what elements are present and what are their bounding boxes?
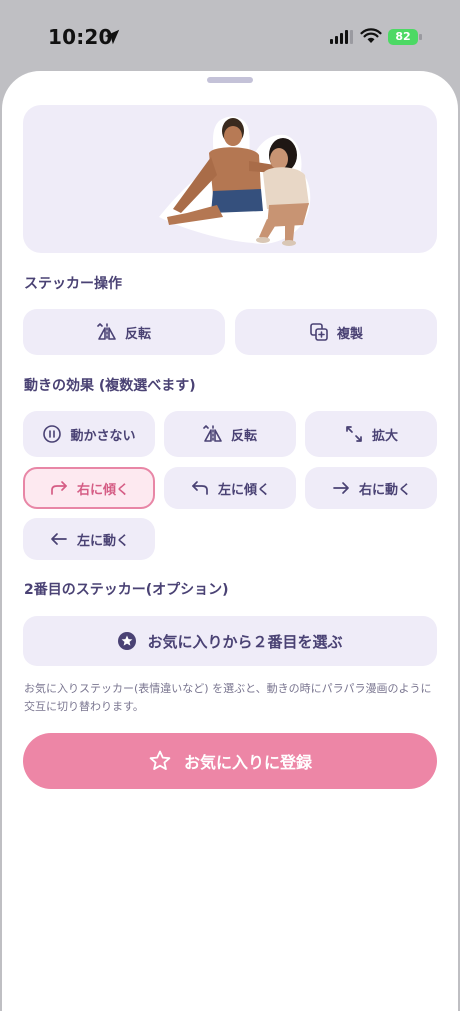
effect-move-right-label: 右に動く <box>358 482 411 498</box>
arrow-left-icon <box>51 533 67 545</box>
effect-tilt-left-button[interactable]: 左に傾く <box>164 467 296 509</box>
effect-tilt-left-label: 左に傾く <box>217 482 270 498</box>
effect-expand-button[interactable]: 拡大 <box>305 411 437 457</box>
choose-second-sticker-button[interactable]: お気に入りから２番目を選ぶ <box>23 616 437 666</box>
choose-second-sticker-label: お気に入りから２番目を選ぶ <box>147 632 343 651</box>
flip-icon <box>97 323 116 341</box>
effect-no-motion-button[interactable]: 動かさない <box>23 411 155 457</box>
duplicate-sticker-button[interactable]: 複製 <box>235 309 437 355</box>
battery-tip <box>419 34 422 40</box>
effect-tilt-right-label: 右に傾く <box>76 482 129 498</box>
star-circle-icon <box>118 632 137 650</box>
cellular-signal-icon <box>330 30 353 44</box>
flip-sticker-button[interactable]: 反転 <box>23 309 225 355</box>
effect-flip-label: 反転 <box>230 428 257 444</box>
add-to-favorites-label: お気に入りに登録 <box>183 753 312 772</box>
sticker-edit-sheet: ステッカー操作 反転 複製 動きの効果 (複数選べます) 動かさない 反転 拡大… <box>2 71 458 1011</box>
add-to-favorites-button[interactable]: お気に入りに登録 <box>23 733 437 789</box>
location-arrow-icon <box>104 29 120 45</box>
effect-flip-button[interactable]: 反転 <box>164 411 296 457</box>
second-sticker-title: 2番目のステッカー(オプション) <box>24 582 229 598</box>
duplicate-sticker-label: 複製 <box>336 326 363 342</box>
effect-no-motion-label: 動かさない <box>70 428 136 444</box>
sticker-image <box>159 116 311 246</box>
flip-sticker-label: 反転 <box>124 326 151 342</box>
second-sticker-note: お気に入りステッカー(表情違いなど) を選ぶと、動きの時にパラパラ漫画のように交… <box>24 682 432 713</box>
expand-icon <box>346 426 362 442</box>
sticker-preview <box>23 105 437 253</box>
effect-move-left-button[interactable]: 左に動く <box>23 518 155 560</box>
effects-title: 動きの効果 (複数選べます) <box>24 378 196 394</box>
sheet-grabber[interactable] <box>207 77 253 83</box>
duplicate-icon <box>310 323 328 341</box>
wifi-icon <box>360 28 382 43</box>
pause-icon <box>43 425 62 443</box>
status-bar: 10:20 82 <box>0 0 460 70</box>
flip-icon <box>203 425 222 443</box>
sticker-ops-title: ステッカー操作 <box>24 276 122 292</box>
battery-icon: 82 <box>388 29 418 45</box>
star-outline-icon <box>149 750 171 770</box>
effect-move-right-button[interactable]: 右に動く <box>305 467 437 509</box>
effect-move-left-label: 左に動く <box>76 533 129 549</box>
effect-expand-label: 拡大 <box>371 428 398 444</box>
arrow-right-icon <box>333 482 349 494</box>
undo-arrow-icon <box>192 481 208 495</box>
redo-arrow-icon <box>51 481 67 495</box>
effect-tilt-right-button[interactable]: 右に傾く <box>23 467 155 509</box>
